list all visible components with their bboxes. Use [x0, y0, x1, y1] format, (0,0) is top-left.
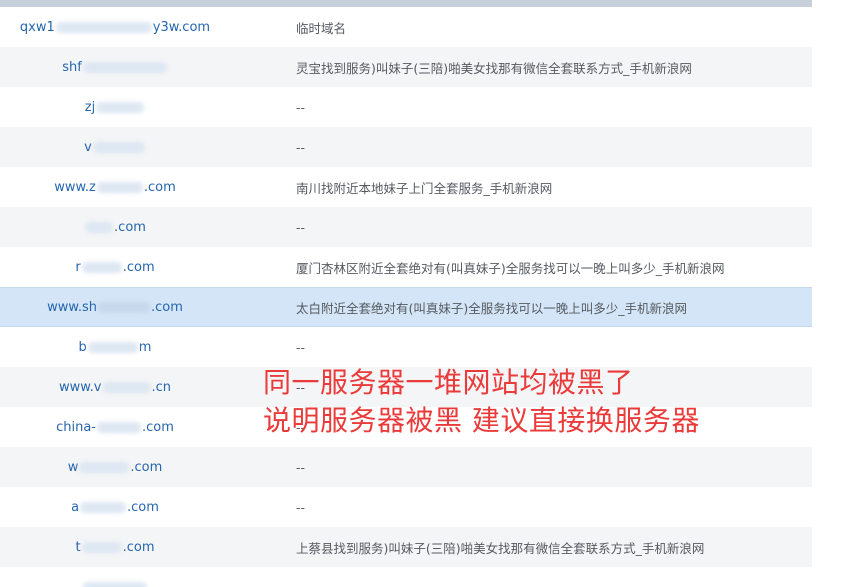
domain-text-start: www.v	[58, 379, 102, 395]
domain-link[interactable]: shf	[0, 60, 230, 75]
page-title-cell: 南川找附近本地妹子上门全套服务_手机新浪网	[296, 180, 553, 196]
annotation-line-1: 同一服务器一堆网站均被黑了	[263, 366, 634, 399]
redaction-blur	[81, 261, 122, 273]
table-row[interactable]: t .com 上蔡县找到服务)叫妹子(三陪)啪美女找那有微信全套联系方式_手机新浪…	[0, 527, 812, 567]
domain-text-start: zj	[84, 99, 96, 115]
domain-text-end: .com	[130, 459, 163, 475]
redaction-blur	[79, 461, 130, 473]
domain-link[interactable]: w .com	[0, 460, 230, 475]
domain-text-start: www.z	[54, 179, 96, 195]
domain-link[interactable]: zj	[0, 100, 230, 115]
domain-text-start: china-	[56, 419, 96, 435]
domain-text-start: b	[78, 339, 87, 355]
domain-link[interactable]: v	[0, 140, 230, 155]
table-row[interactable]: bm --	[0, 327, 812, 367]
redaction-blur	[92, 141, 145, 153]
page-title-cell: --	[296, 459, 306, 475]
page-title-cell: 临时域名	[296, 20, 347, 36]
domain-text-start: a	[71, 499, 80, 515]
domain-text-end: .com	[122, 259, 155, 275]
annotation-overlay: 同一服务器一堆网站均被黑了 说明服务器被黑 建议直接换服务器	[263, 364, 700, 440]
page-title-cell: 灵宝找到服务)叫妹子(三陪)啪美女找那有微信全套联系方式_手机新浪网	[296, 60, 692, 76]
domain-text-start: r	[75, 259, 81, 275]
domain-link[interactable]: .com	[0, 220, 230, 235]
table-row[interactable]: www.z .com 南川找附近本地妹子上门全套服务_手机新浪网	[0, 167, 812, 207]
domain-text-end: .com	[142, 419, 174, 435]
domain-text-end: .cn	[151, 379, 172, 395]
redaction-blur	[85, 221, 114, 233]
table-row[interactable]: qxw1 y3w.com 临时域名	[0, 7, 812, 47]
domain-link[interactable]	[0, 580, 230, 587]
domain-link[interactable]: r .com	[0, 260, 230, 275]
redaction-blur	[87, 341, 138, 353]
table-row[interactable]: zj --	[0, 87, 812, 127]
redaction-blur	[55, 21, 152, 33]
redaction-blur	[82, 61, 167, 73]
domain-table: qxw1 y3w.com 临时域名 shf 灵宝找到服务)叫妹子(三陪)啪美女找那…	[0, 7, 812, 587]
table-row[interactable]	[0, 567, 812, 587]
domain-link[interactable]: bm	[0, 340, 230, 355]
table-row[interactable]: r .com 厦门杏林区附近全套绝对有(叫真妹子)全服务找可以一晚上叫多少_手机新…	[0, 247, 812, 287]
redaction-blur	[81, 541, 122, 553]
page-title-cell: --	[296, 219, 306, 235]
domain-link[interactable]: www.z .com	[0, 180, 230, 195]
page-title-cell: --	[296, 139, 306, 155]
domain-text-end: .com	[143, 179, 176, 195]
domain-text-end: .com	[122, 539, 155, 555]
redaction-blur	[102, 381, 151, 393]
domain-link[interactable]: china- .com	[0, 420, 230, 435]
annotation-line-2: 说明服务器被黑 建议直接换服务器	[263, 404, 700, 437]
domain-link[interactable]: t .com	[0, 540, 230, 555]
domain-link[interactable]: www.sh .com	[0, 300, 230, 315]
redaction-blur	[97, 421, 141, 433]
page-title-cell: 太白附近全套绝对有(叫真妹子)全服务找可以一晚上叫多少_手机新浪网	[296, 300, 688, 316]
domain-text-start: v	[84, 139, 92, 155]
page-title-cell: --	[296, 499, 306, 515]
domain-text-start: qxw1	[19, 19, 55, 35]
page-background	[812, 0, 854, 587]
table-row[interactable]: v --	[0, 127, 812, 167]
page-title-cell: --	[296, 99, 306, 115]
domain-text-end: y3w.com	[152, 19, 211, 35]
domain-text-start: t	[75, 539, 81, 555]
domain-text-end: .com	[127, 499, 159, 515]
page-title-cell: 上蔡县找到服务)叫妹子(三陪)啪美女找那有微信全套联系方式_手机新浪网	[296, 540, 705, 556]
redaction-blur	[96, 181, 143, 193]
domain-text-start: shf	[62, 59, 82, 75]
redaction-blur	[80, 501, 127, 513]
page-title-cell: --	[296, 339, 306, 355]
redaction-blur	[97, 301, 150, 313]
domain-text-end: m	[138, 339, 152, 355]
domain-text-start: www.sh	[47, 299, 97, 315]
domain-text-start: w	[67, 459, 79, 475]
table-row[interactable]: a .com --	[0, 487, 812, 527]
table-row[interactable]: .com --	[0, 207, 812, 247]
table-row-selected[interactable]: www.sh .com 太白附近全套绝对有(叫真妹子)全服务找可以一晚上叫多少_手…	[0, 287, 812, 327]
domain-link[interactable]: www.v .cn	[0, 380, 230, 395]
domain-link[interactable]: qxw1 y3w.com	[0, 20, 230, 35]
redaction-blur	[96, 101, 145, 113]
redaction-blur	[83, 581, 147, 587]
table-row[interactable]: shf 灵宝找到服务)叫妹子(三陪)啪美女找那有微信全套联系方式_手机新浪网	[0, 47, 812, 87]
domain-list-panel: qxw1 y3w.com 临时域名 shf 灵宝找到服务)叫妹子(三陪)啪美女找那…	[0, 0, 812, 587]
domain-link[interactable]: a .com	[0, 500, 230, 515]
domain-text-end: .com	[114, 219, 146, 235]
table-row[interactable]: w .com --	[0, 447, 812, 487]
domain-text-end: .com	[150, 299, 183, 315]
page-title-cell: 厦门杏林区附近全套绝对有(叫真妹子)全服务找可以一晚上叫多少_手机新浪网	[296, 260, 725, 276]
